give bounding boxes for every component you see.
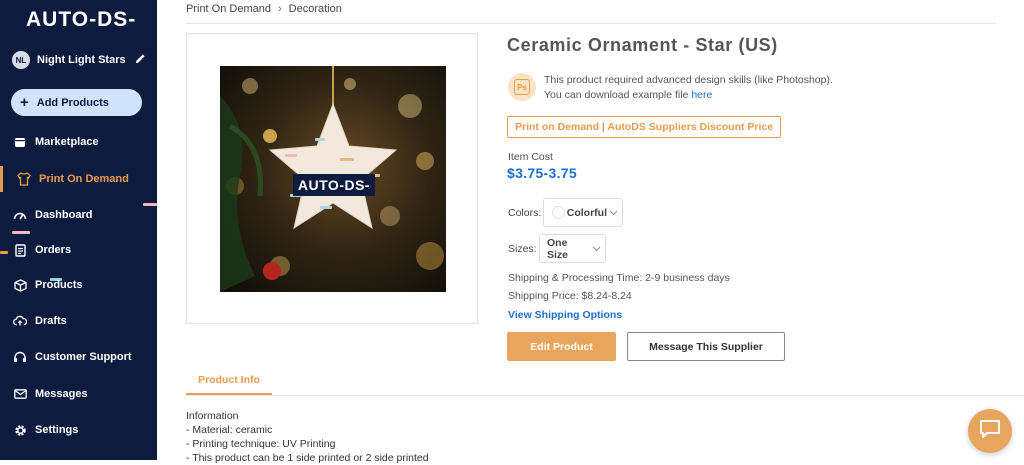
cloud-upload-icon [13,314,27,328]
message-supplier-button[interactable]: Message This Supplier [627,332,785,361]
product-title: Ceramic Ornament - Star (US) [507,35,778,55]
shipping-time: Shipping & Processing Time: 2-9 business… [508,272,730,284]
decorative-marker [12,231,30,234]
sidebar-item-label: Products [35,279,83,291]
shirt-icon [17,172,31,186]
size-select[interactable]: One Size [539,234,606,263]
product-image-logo: AUTO-DS- [297,177,371,193]
view-shipping-options-link[interactable]: View Shipping Options [508,309,622,321]
sidebar-item-label: Messages [35,388,88,400]
design-skills-notice: This product required advanced design sk… [544,73,833,103]
sizes-label: Sizes: [508,243,537,255]
sidebar-item-customer-support[interactable]: Customer Support [0,344,157,370]
headset-icon [13,350,27,364]
chevron-right-icon: › [277,3,282,15]
add-products-label: Add Products [36,96,109,109]
info-heading: Information [186,410,239,422]
gear-icon [13,423,27,437]
decorative-marker [0,251,8,254]
plus-icon: + [20,94,29,111]
sidebar-item-dashboard[interactable]: Dashboard [0,202,157,228]
download-example-link[interactable]: here [691,89,712,101]
store-icon [13,135,27,149]
breadcrumb-item-print-on-demand[interactable]: Print On Demand [186,3,271,15]
photoshop-icon: Ps [508,73,536,101]
notice-line-2: You can download example file here [544,89,713,101]
edit-product-button[interactable]: Edit Product [507,332,616,361]
chat-button[interactable] [968,409,1012,453]
size-select-value: One Size [547,236,569,261]
colors-label: Colors: [508,207,542,219]
store-name: Night Light Stars [37,54,126,66]
sidebar: AUTO-DS- NL Night Light Stars + Add Prod… [0,0,157,460]
color-swatch-icon [552,206,565,219]
autods-logo[interactable]: AUTO-DS- [26,8,136,32]
info-line: - Printing technique: UV Printing [186,438,336,450]
info-line: - This product can be 1 side printed or … [186,452,429,464]
sidebar-item-print-on-demand[interactable]: Print On Demand [0,166,157,192]
breadcrumb: Print On Demand › Decoration [186,3,342,15]
sidebar-item-messages[interactable]: Messages [0,381,157,407]
sidebar-item-label: Dashboard [35,209,93,221]
info-line: - Material: ceramic [186,424,273,436]
sidebar-item-settings[interactable]: Settings [0,417,157,443]
add-products-button[interactable]: + Add Products [11,89,142,116]
chevron-down-icon [592,244,601,254]
mail-icon [13,387,27,401]
sidebar-item-orders[interactable]: Orders [0,237,157,263]
tab-product-info[interactable]: Product Info [186,367,272,396]
divider [186,395,1024,396]
sidebar-item-label: Print On Demand [39,173,129,185]
sidebar-item-marketplace[interactable]: Marketplace [0,129,157,155]
color-select[interactable]: Colorful [543,198,623,227]
sidebar-item-label: Drafts [35,315,67,327]
box-icon [13,278,27,292]
store-avatar: NL [12,51,30,69]
product-info-content: Information - Material: ceramic - Printi… [186,409,429,465]
pencil-icon[interactable] [135,53,146,67]
pod-discount-badge: Print on Demand | AutoDS Suppliers Disco… [507,116,782,138]
item-cost-label: Item Cost [508,151,553,163]
product-image-card: AUTO-DS- [186,33,478,324]
chat-icon [979,419,1001,444]
item-cost-value: $3.75-3.75 [507,165,577,181]
sidebar-item-products[interactable]: Products [0,272,157,298]
product-image[interactable]: AUTO-DS- [220,66,446,292]
chevron-down-icon [609,208,618,218]
color-select-value: Colorful [566,206,607,219]
sidebar-item-label: Customer Support [35,351,132,363]
shipping-price: Shipping Price: $8.24-8.24 [508,290,632,302]
sidebar-item-label: Orders [35,244,72,256]
sidebar-item-label: Marketplace [35,136,99,148]
sidebar-item-label: Settings [35,424,79,436]
orders-icon [13,243,27,257]
notice-line-1: This product required advanced design sk… [544,74,833,86]
divider [186,23,996,24]
store-selector[interactable]: NL Night Light Stars [12,50,146,70]
gauge-icon [13,208,27,222]
breadcrumb-item-decoration[interactable]: Decoration [289,3,342,15]
sidebar-item-drafts[interactable]: Drafts [0,308,157,334]
